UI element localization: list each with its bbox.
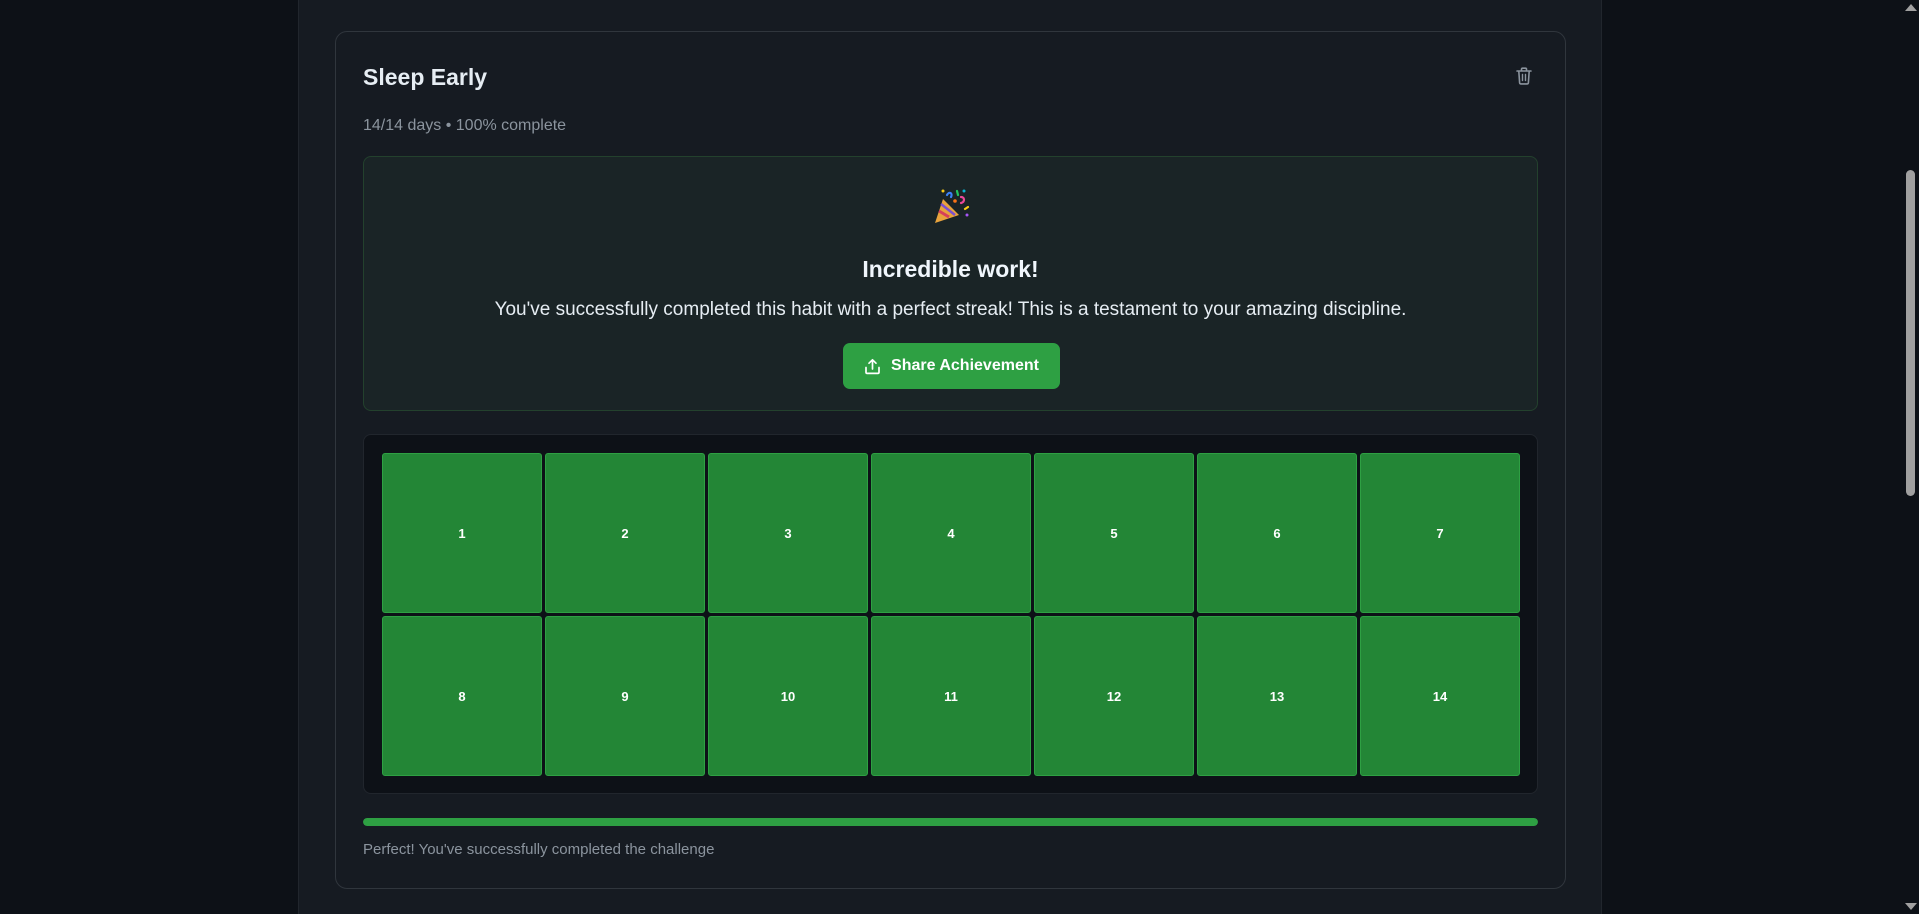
day-cell-11[interactable]: 11	[871, 616, 1031, 776]
scroll-thumb[interactable]	[1906, 170, 1915, 496]
day-cell-1[interactable]: 1	[382, 453, 542, 613]
scrollbar[interactable]	[1902, 0, 1919, 914]
habit-card: Sleep Early 14/14 days • 100% complete I…	[335, 31, 1566, 889]
day-cell-5[interactable]: 5	[1034, 453, 1194, 613]
celebration-message: You've successfully completed this habit…	[494, 299, 1407, 320]
delete-button[interactable]	[1511, 63, 1537, 89]
completion-note: Perfect! You've successfully completed t…	[363, 841, 715, 858]
habit-title: Sleep Early	[363, 64, 488, 90]
day-cell-14[interactable]: 14	[1360, 616, 1520, 776]
day-cell-13[interactable]: 13	[1197, 616, 1357, 776]
day-cell-12[interactable]: 12	[1034, 616, 1194, 776]
day-grid: 1 2 3 4 5 6 7 8 9 10 11 12 13 14	[363, 434, 1538, 794]
day-cell-4[interactable]: 4	[871, 453, 1031, 613]
celebration-heading: Incredible work!	[862, 256, 1039, 282]
day-cell-3[interactable]: 3	[708, 453, 868, 613]
scroll-up-arrow-icon[interactable]	[1905, 4, 1917, 11]
share-button-label: Share Achievement	[891, 357, 1039, 374]
day-cell-2[interactable]: 2	[545, 453, 705, 613]
day-cell-8[interactable]: 8	[382, 616, 542, 776]
progress-fill	[363, 818, 1538, 826]
progress-bar	[363, 818, 1538, 826]
day-cell-9[interactable]: 9	[545, 616, 705, 776]
share-icon	[865, 358, 880, 374]
day-cell-7[interactable]: 7	[1360, 453, 1520, 613]
celebration-panel: Incredible work! You've successfully com…	[363, 156, 1538, 411]
day-cell-10[interactable]: 10	[708, 616, 868, 776]
day-cell-6[interactable]: 6	[1197, 453, 1357, 613]
scroll-down-arrow-icon[interactable]	[1905, 903, 1917, 910]
share-achievement-button[interactable]: Share Achievement	[843, 343, 1060, 389]
trash-icon	[1516, 67, 1532, 85]
party-popper-icon	[934, 189, 969, 223]
habit-progress-summary: 14/14 days • 100% complete	[363, 117, 567, 134]
